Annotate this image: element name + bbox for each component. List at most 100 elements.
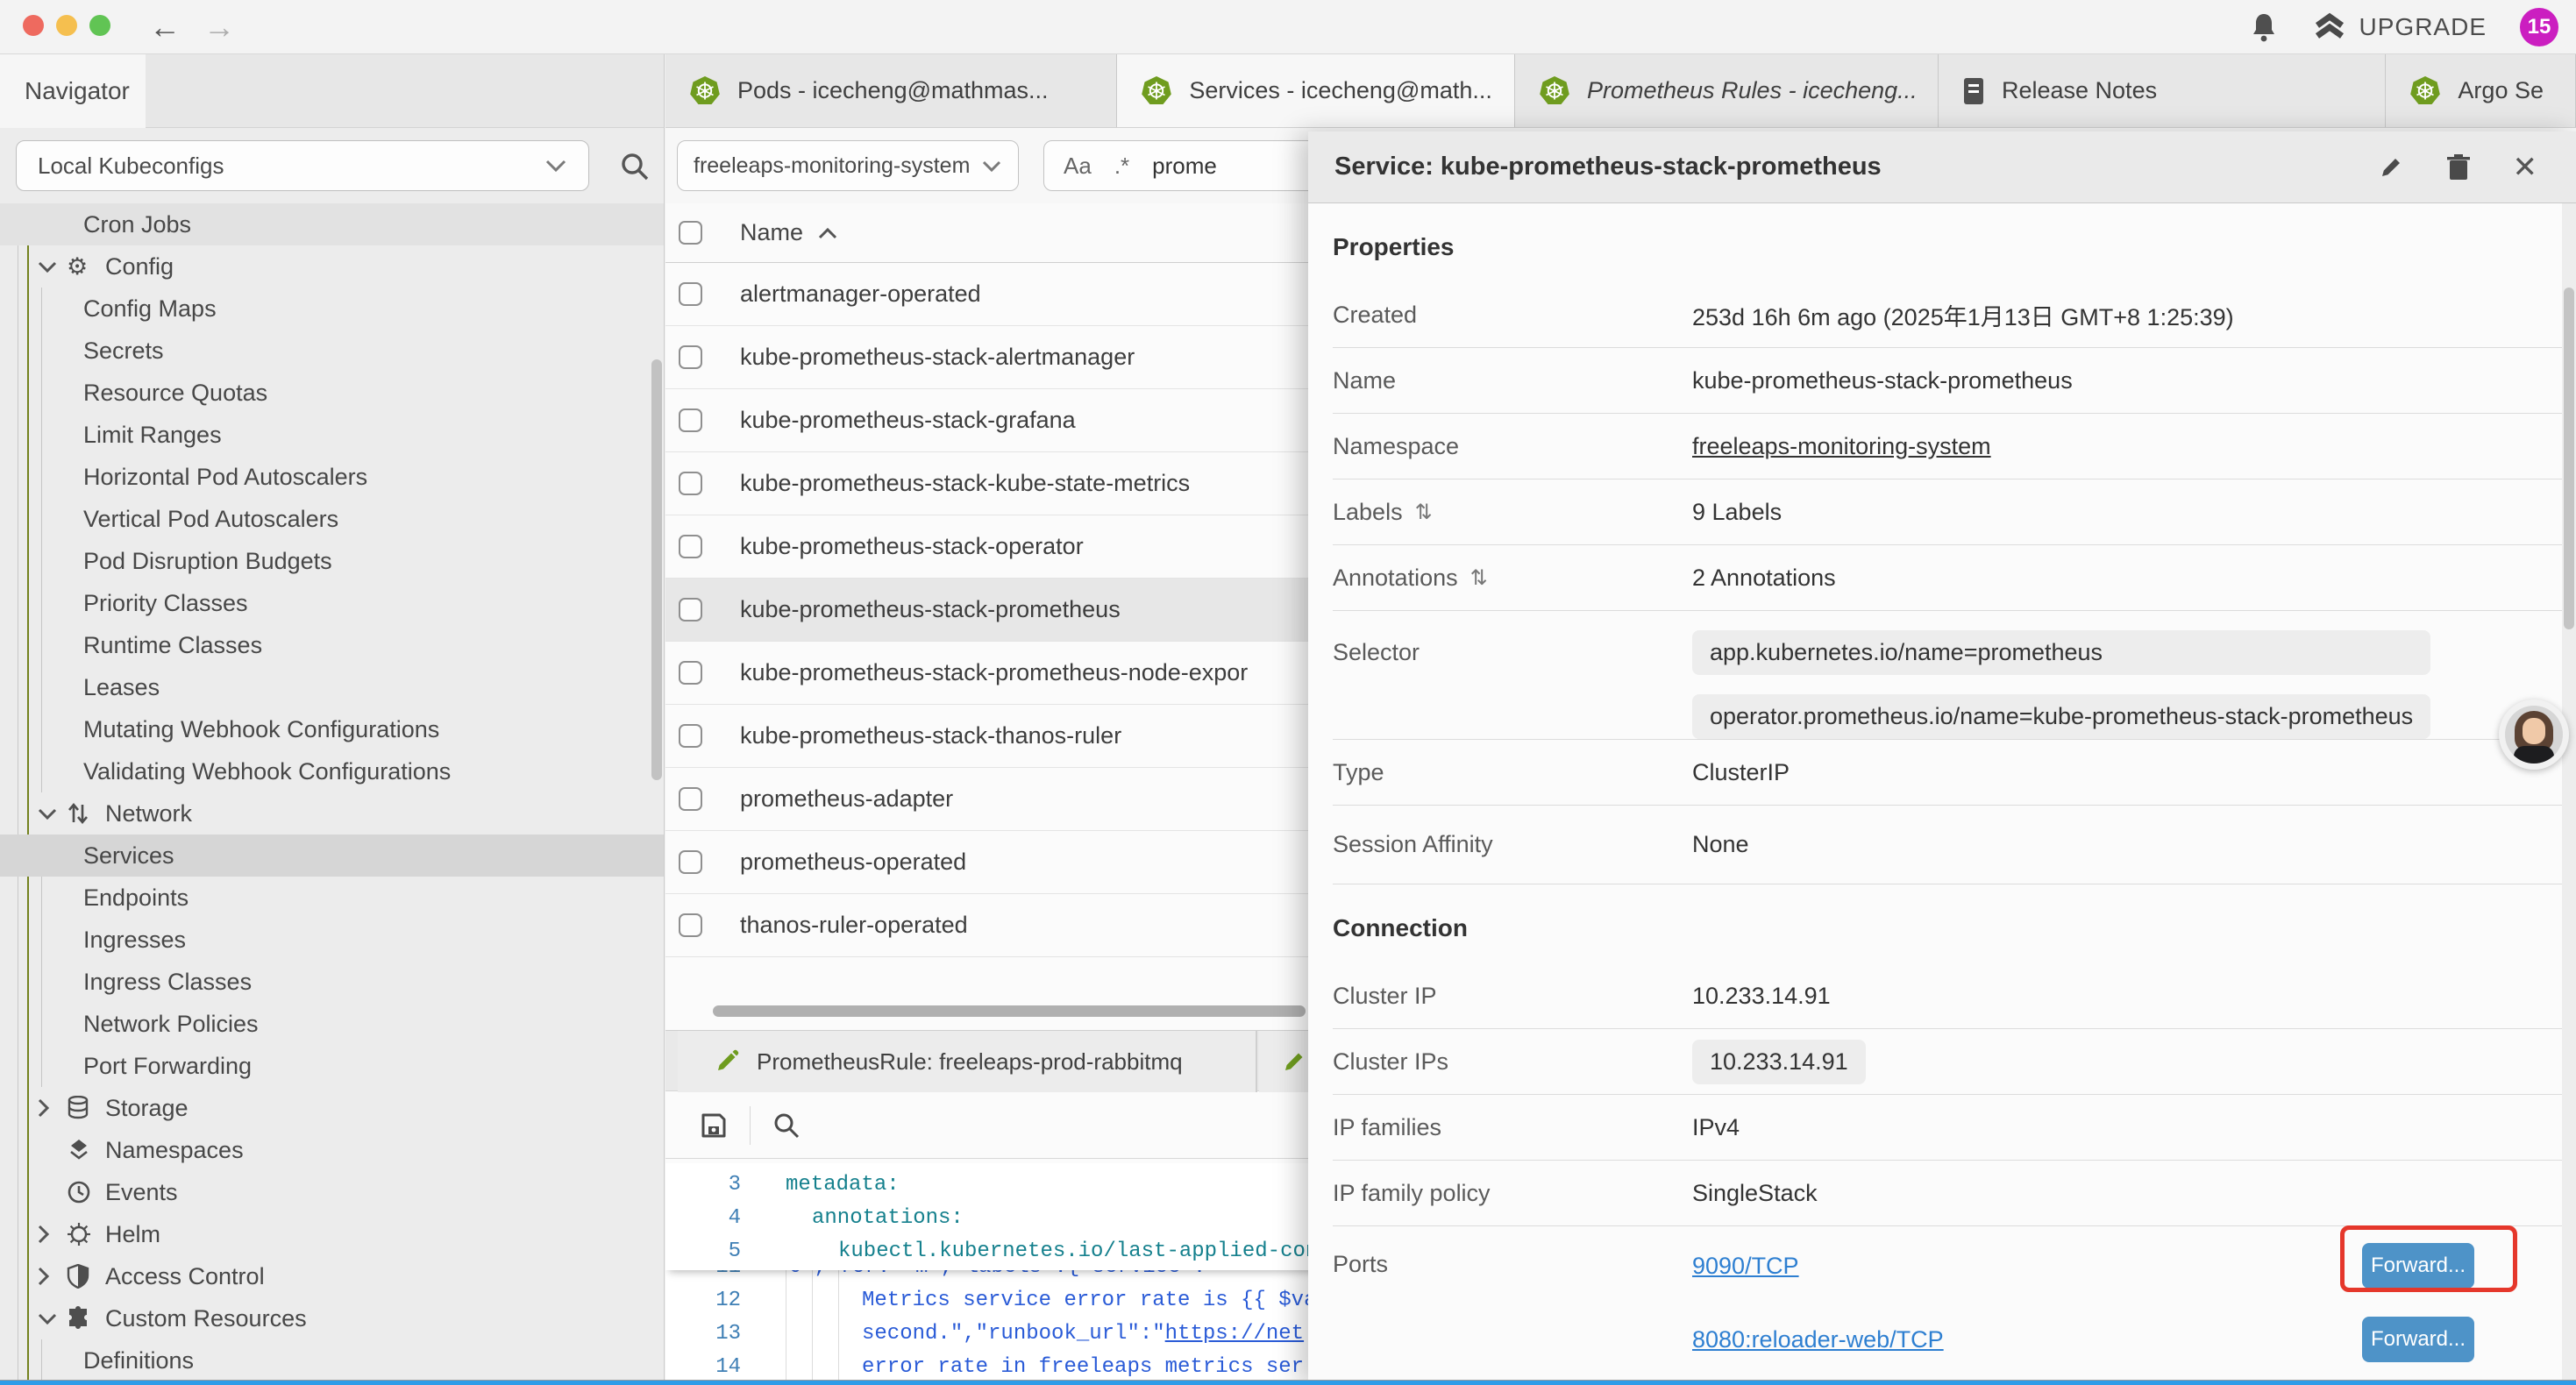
row-checkbox[interactable] bbox=[679, 472, 702, 495]
close-icon[interactable]: ✕ bbox=[2513, 150, 2538, 185]
user-avatar[interactable] bbox=[2499, 700, 2569, 770]
sidebar-item-label: Namespaces bbox=[105, 1137, 244, 1164]
edit-pencil-icon[interactable] bbox=[2378, 154, 2404, 181]
chevron-down-icon[interactable] bbox=[37, 260, 67, 273]
namespace-select[interactable]: freeleaps-monitoring-system bbox=[677, 140, 1019, 191]
sidebar-item-validating-webhook-configurations[interactable]: Validating Webhook Configurations bbox=[0, 750, 664, 792]
expand-collapse-icon[interactable]: ⇅ bbox=[1470, 565, 1488, 590]
close-window-button[interactable] bbox=[23, 15, 44, 36]
chevron-right-icon[interactable] bbox=[37, 1097, 67, 1119]
editor-search-icon[interactable] bbox=[772, 1111, 801, 1140]
tab-navigator[interactable]: Navigator bbox=[0, 54, 146, 128]
session-affinity-label: Session Affinity bbox=[1333, 831, 1692, 858]
horizontal-scrollbar[interactable] bbox=[713, 1005, 1306, 1017]
ip-family-policy-value: SingleStack bbox=[1692, 1180, 1818, 1207]
row-checkbox[interactable] bbox=[679, 345, 702, 369]
sidebar-item-helm[interactable]: Helm bbox=[0, 1213, 664, 1255]
match-case-toggle[interactable]: Aa bbox=[1064, 153, 1092, 180]
row-checkbox[interactable] bbox=[679, 661, 702, 685]
sidebar-item-resource-quotas[interactable]: Resource Quotas bbox=[0, 372, 664, 414]
chevron-down-icon[interactable] bbox=[37, 1312, 67, 1325]
sidebar-item-leases[interactable]: Leases bbox=[0, 666, 664, 708]
search-icon[interactable] bbox=[619, 151, 651, 182]
minimize-window-button[interactable] bbox=[56, 15, 77, 36]
sidebar-item-services[interactable]: Services bbox=[0, 835, 664, 877]
name-column-header[interactable]: Name bbox=[740, 219, 803, 246]
sidebar-item-storage[interactable]: Storage bbox=[0, 1087, 664, 1129]
sidebar-item-network[interactable]: Network bbox=[0, 792, 664, 835]
tab-services-icecheng-math[interactable]: Services - icecheng@math...× bbox=[1117, 54, 1515, 127]
row-checkbox[interactable] bbox=[679, 535, 702, 558]
port-link[interactable]: 8080:reloader-web/TCP bbox=[1692, 1326, 1944, 1353]
sidebar-item-endpoints[interactable]: Endpoints bbox=[0, 877, 664, 919]
sort-ascending-icon[interactable] bbox=[817, 226, 838, 240]
sidebar-item-definitions[interactable]: Definitions bbox=[0, 1339, 664, 1381]
tab-argo-se[interactable]: Argo Se bbox=[2386, 54, 2576, 127]
sidebar-item-runtime-classes[interactable]: Runtime Classes bbox=[0, 624, 664, 666]
row-checkbox[interactable] bbox=[679, 787, 702, 811]
tab-pods-icecheng-mathmas[interactable]: Pods - icecheng@mathmas... bbox=[665, 54, 1117, 127]
row-checkbox[interactable] bbox=[679, 282, 702, 306]
sidebar-item-access-control[interactable]: Access Control bbox=[0, 1255, 664, 1297]
upgrade-button[interactable]: UPGRADE bbox=[2312, 12, 2487, 42]
tab-release-notes[interactable]: Release Notes bbox=[1939, 54, 2386, 127]
row-checkbox[interactable] bbox=[679, 913, 702, 937]
sidebar-item-label: Resource Quotas bbox=[83, 380, 267, 407]
line-number: 12 bbox=[665, 1284, 741, 1318]
sidebar-item-config-maps[interactable]: Config Maps bbox=[0, 288, 664, 330]
detail-body: Properties Created 253d 16h 6m ago (2025… bbox=[1308, 203, 2562, 1385]
sidebar-item-vertical-pod-autoscalers[interactable]: Vertical Pod Autoscalers bbox=[0, 498, 664, 540]
regex-toggle[interactable]: .* bbox=[1114, 153, 1129, 180]
detail-scrollbar-thumb[interactable] bbox=[2564, 288, 2574, 629]
chevron-right-icon[interactable] bbox=[37, 1266, 67, 1287]
service-name-cell: prometheus-adapter bbox=[740, 785, 953, 813]
type-value: ClusterIP bbox=[1692, 759, 1790, 786]
sidebar-item-secrets[interactable]: Secrets bbox=[0, 330, 664, 372]
sidebar-item-horizontal-pod-autoscalers[interactable]: Horizontal Pod Autoscalers bbox=[0, 456, 664, 498]
port-link[interactable]: 9090/TCP bbox=[1692, 1253, 1799, 1280]
chevron-right-icon[interactable] bbox=[37, 1224, 67, 1245]
sidebar-item-mutating-webhook-configurations[interactable]: Mutating Webhook Configurations bbox=[0, 708, 664, 750]
select-all-checkbox[interactable] bbox=[679, 221, 702, 245]
forward-arrow-icon[interactable]: → bbox=[203, 9, 235, 46]
sidebar-item-namespaces[interactable]: Namespaces bbox=[0, 1129, 664, 1171]
sidebar-item-config[interactable]: ⚙Config bbox=[0, 245, 664, 288]
row-checkbox[interactable] bbox=[679, 598, 702, 621]
annotations-value[interactable]: 2 Annotations bbox=[1692, 565, 1836, 592]
kubeconfig-select[interactable]: Local Kubeconfigs bbox=[16, 140, 589, 191]
bell-icon[interactable] bbox=[2249, 11, 2279, 43]
sidebar-item-network-policies[interactable]: Network Policies bbox=[0, 1003, 664, 1045]
sidebar-item-limit-ranges[interactable]: Limit Ranges bbox=[0, 414, 664, 456]
sidebar-item-ingresses[interactable]: Ingresses bbox=[0, 919, 664, 961]
tab-prometheus-rules-icecheng[interactable]: Prometheus Rules - icecheng... bbox=[1515, 54, 1939, 127]
annotations-label: Annotations bbox=[1333, 565, 1458, 592]
table-search-input[interactable]: Aa .* prome bbox=[1043, 140, 1333, 191]
row-checkbox[interactable] bbox=[679, 408, 702, 432]
sidebar-item-cron-jobs[interactable]: Cron Jobs bbox=[0, 203, 664, 245]
row-checkbox[interactable] bbox=[679, 850, 702, 874]
sidebar-item-custom-resources[interactable]: Custom Resources bbox=[0, 1297, 664, 1339]
namespace-link[interactable]: freeleaps-monitoring-system bbox=[1692, 433, 1991, 460]
sidebar-item-pod-disruption-budgets[interactable]: Pod Disruption Budgets bbox=[0, 540, 664, 582]
expand-collapse-icon[interactable]: ⇅ bbox=[1415, 500, 1433, 524]
row-checkbox[interactable] bbox=[679, 724, 702, 748]
editor-tab-prometheusrule[interactable]: PrometheusRule: freeleaps-prod-rabbitmq bbox=[678, 1031, 1257, 1092]
sidebar-item-label: Custom Resources bbox=[105, 1305, 307, 1332]
notification-count-badge[interactable]: 15 bbox=[2520, 8, 2558, 46]
sidebar-item-port-forwarding[interactable]: Port Forwarding bbox=[0, 1045, 664, 1087]
delete-trash-icon[interactable] bbox=[2446, 153, 2471, 181]
code-link-text[interactable]: https://net bbox=[1165, 1322, 1304, 1346]
sidebar-item-label: Ingress Classes bbox=[83, 969, 252, 996]
detail-scrollbar-track[interactable] bbox=[2562, 203, 2576, 1385]
zoom-window-button[interactable] bbox=[89, 15, 110, 36]
forward-button[interactable]: Forward... bbox=[2362, 1243, 2474, 1289]
back-arrow-icon[interactable]: ← bbox=[149, 9, 181, 46]
sidebar-item-priority-classes[interactable]: Priority Classes bbox=[0, 582, 664, 624]
labels-value[interactable]: 9 Labels bbox=[1692, 499, 1782, 526]
forward-button[interactable]: Forward... bbox=[2362, 1317, 2474, 1362]
sidebar-scrollbar[interactable] bbox=[651, 359, 662, 780]
chevron-down-icon[interactable] bbox=[37, 807, 67, 820]
save-icon[interactable] bbox=[699, 1111, 729, 1140]
sidebar-item-ingress-classes[interactable]: Ingress Classes bbox=[0, 961, 664, 1003]
sidebar-item-events[interactable]: Events bbox=[0, 1171, 664, 1213]
